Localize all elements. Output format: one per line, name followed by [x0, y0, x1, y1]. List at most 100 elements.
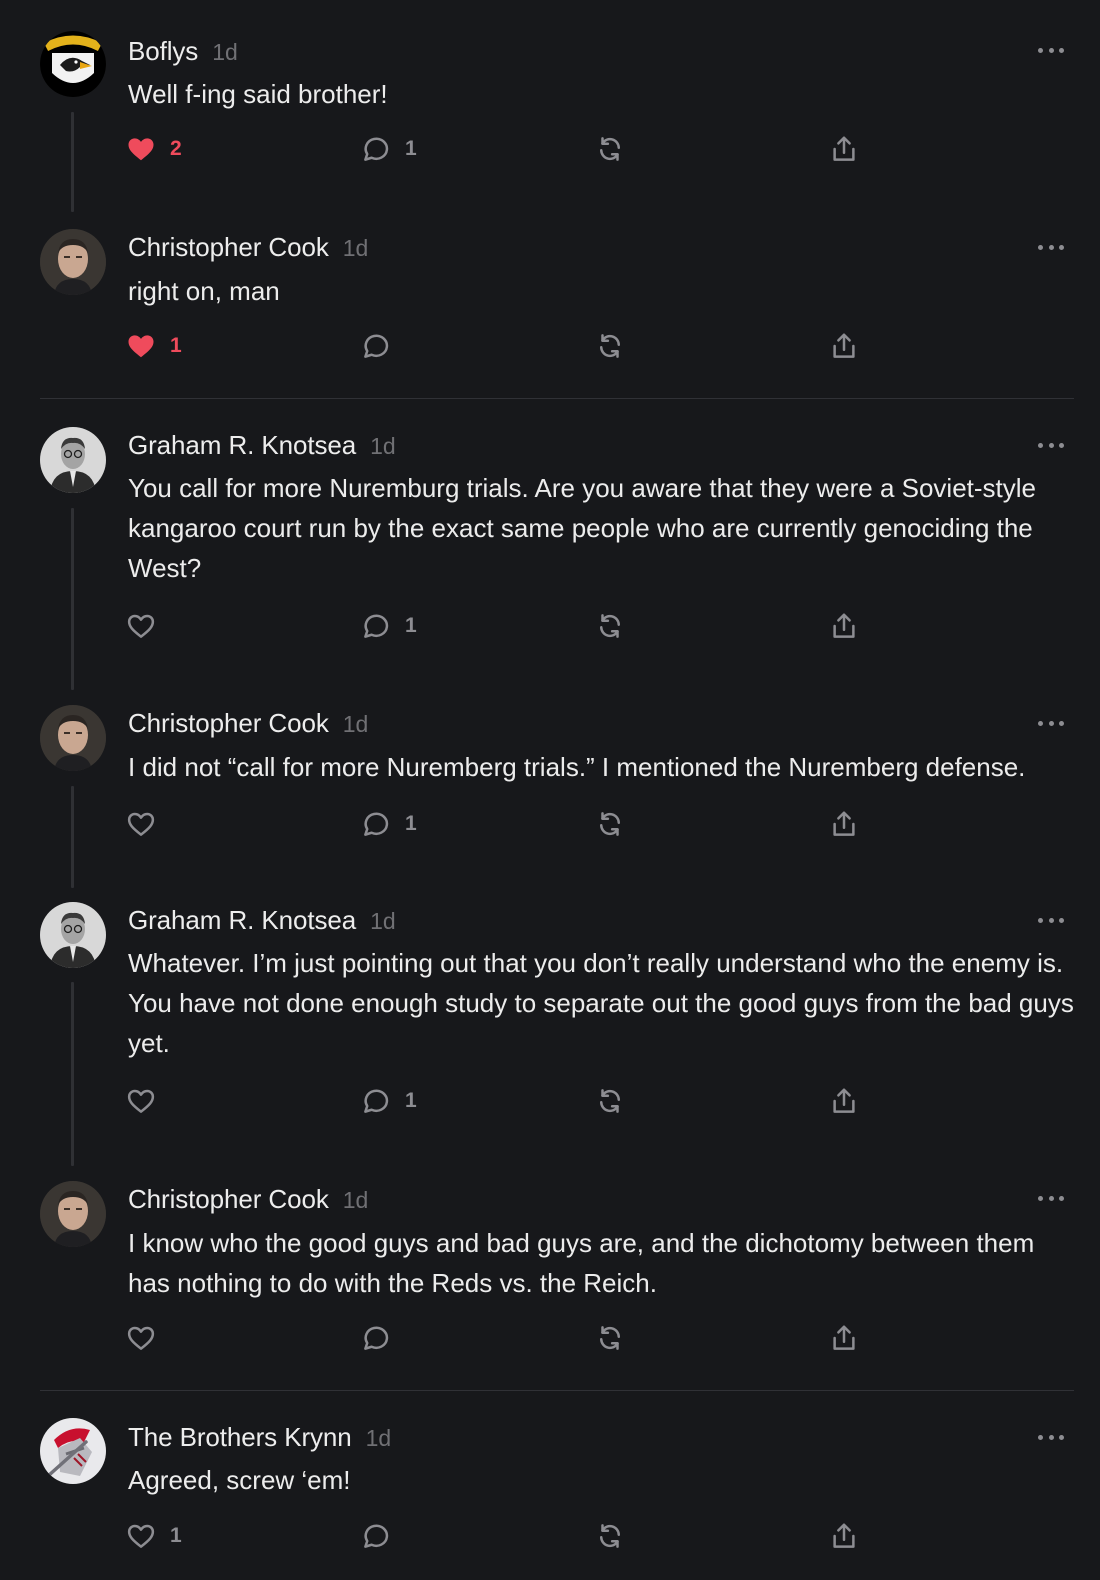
more-options-icon[interactable] — [1038, 915, 1064, 925]
comment-actions: 1 — [0, 807, 1100, 841]
comment-text: Agreed, screw ‘em! — [128, 1465, 351, 1495]
more-options-icon[interactable] — [1038, 242, 1064, 252]
author-name[interactable]: Boflys — [128, 36, 198, 67]
timestamp[interactable]: 1d — [366, 1425, 392, 1452]
comment-text: I know who the good guys and bad guys ar… — [128, 1228, 1035, 1298]
like-button[interactable]: 1 — [126, 1519, 182, 1553]
like-count: 2 — [170, 137, 182, 160]
heart-outline-icon — [126, 1323, 156, 1353]
restack-arrows-icon — [595, 1086, 625, 1116]
speech-bubble-icon — [361, 1086, 391, 1116]
comment-actions: 2 1 — [0, 132, 1100, 166]
comment-text: You call for more Nuremburg trials. Are … — [128, 473, 1037, 583]
like-button[interactable] — [126, 807, 170, 841]
restack-button[interactable] — [595, 807, 625, 841]
comment-text: right on, man — [128, 276, 280, 306]
comment-text: Whatever. I’m just pointing out that you… — [128, 948, 1074, 1058]
share-button[interactable] — [829, 1084, 859, 1118]
speech-bubble-icon — [361, 1323, 391, 1353]
heart-outline-icon — [126, 1521, 156, 1551]
restack-arrows-icon — [595, 331, 625, 361]
comment-actions: 1 — [0, 609, 1100, 643]
comment-actions: 1 — [0, 329, 1100, 363]
comment-feed: Boflys 1d Well f-ing said brother! 2 1 C… — [0, 0, 1100, 1580]
author-name[interactable]: Graham R. Knotsea — [128, 430, 356, 461]
timestamp[interactable]: 1d — [370, 433, 396, 460]
bw-portrait-avatar-icon[interactable] — [40, 427, 106, 493]
like-count: 1 — [170, 1524, 182, 1547]
share-upload-icon — [829, 1086, 859, 1116]
share-button[interactable] — [829, 807, 859, 841]
share-button[interactable] — [829, 329, 859, 363]
author-name[interactable]: Graham R. Knotsea — [128, 905, 356, 936]
author-name[interactable]: Christopher Cook — [128, 1184, 329, 1215]
thread-divider — [40, 1390, 1074, 1391]
bw-portrait-avatar-icon[interactable] — [40, 902, 106, 968]
heart-filled-icon — [126, 134, 156, 164]
share-button[interactable] — [829, 1321, 859, 1355]
restack-button[interactable] — [595, 609, 625, 643]
author-name[interactable]: Christopher Cook — [128, 708, 329, 739]
share-upload-icon — [829, 134, 859, 164]
restack-arrows-icon — [595, 611, 625, 641]
more-options-icon[interactable] — [1038, 45, 1064, 55]
thread-divider — [40, 398, 1074, 399]
airborne-eagle-avatar-icon[interactable] — [40, 31, 106, 97]
thread-line — [71, 508, 74, 690]
restack-button[interactable] — [595, 1084, 625, 1118]
share-upload-icon — [829, 331, 859, 361]
restack-arrows-icon — [595, 1323, 625, 1353]
timestamp[interactable]: 1d — [343, 711, 369, 738]
reply-button[interactable] — [361, 1519, 405, 1553]
more-options-icon[interactable] — [1038, 1432, 1064, 1442]
speech-bubble-icon — [361, 331, 391, 361]
speech-bubble-icon — [361, 809, 391, 839]
timestamp[interactable]: 1d — [343, 1187, 369, 1214]
heart-filled-icon — [126, 331, 156, 361]
like-button[interactable] — [126, 609, 170, 643]
share-upload-icon — [829, 1521, 859, 1551]
like-button[interactable] — [126, 1084, 170, 1118]
timestamp[interactable]: 1d — [370, 908, 396, 935]
like-button[interactable]: 1 — [126, 329, 182, 363]
restack-button[interactable] — [595, 329, 625, 363]
timestamp[interactable]: 1d — [343, 235, 369, 262]
more-options-icon[interactable] — [1038, 440, 1064, 450]
author-name[interactable]: Christopher Cook — [128, 232, 329, 263]
restack-button[interactable] — [595, 1519, 625, 1553]
man-portrait-avatar-icon[interactable] — [40, 705, 106, 771]
reply-button[interactable]: 1 — [361, 807, 417, 841]
speech-bubble-icon — [361, 134, 391, 164]
more-options-icon[interactable] — [1038, 718, 1064, 728]
share-button[interactable] — [829, 609, 859, 643]
reply-button[interactable] — [361, 329, 405, 363]
restack-arrows-icon — [595, 134, 625, 164]
reply-button[interactable]: 1 — [361, 132, 417, 166]
knight-avatar-icon[interactable] — [40, 1418, 106, 1484]
more-options-icon[interactable] — [1038, 1193, 1064, 1203]
like-button[interactable]: 2 — [126, 132, 182, 166]
share-button[interactable] — [829, 1519, 859, 1553]
restack-button[interactable] — [595, 1321, 625, 1355]
reply-button[interactable]: 1 — [361, 1084, 417, 1118]
reply-button[interactable] — [361, 1321, 405, 1355]
timestamp[interactable]: 1d — [212, 39, 238, 66]
comment-text: Well f-ing said brother! — [128, 79, 388, 109]
share-upload-icon — [829, 611, 859, 641]
reply-button[interactable]: 1 — [361, 609, 417, 643]
share-button[interactable] — [829, 132, 859, 166]
man-portrait-avatar-icon[interactable] — [40, 229, 106, 295]
comment-actions — [0, 1321, 1100, 1355]
restack-arrows-icon — [595, 1521, 625, 1551]
like-count: 1 — [170, 334, 182, 357]
reply-count: 1 — [405, 812, 417, 835]
restack-button[interactable] — [595, 132, 625, 166]
like-button[interactable] — [126, 1321, 170, 1355]
reply-count: 1 — [405, 1089, 417, 1112]
share-upload-icon — [829, 809, 859, 839]
man-portrait-avatar-icon[interactable] — [40, 1181, 106, 1247]
restack-arrows-icon — [595, 809, 625, 839]
author-name[interactable]: The Brothers Krynn — [128, 1422, 352, 1453]
heart-outline-icon — [126, 809, 156, 839]
reply-count: 1 — [405, 137, 417, 160]
